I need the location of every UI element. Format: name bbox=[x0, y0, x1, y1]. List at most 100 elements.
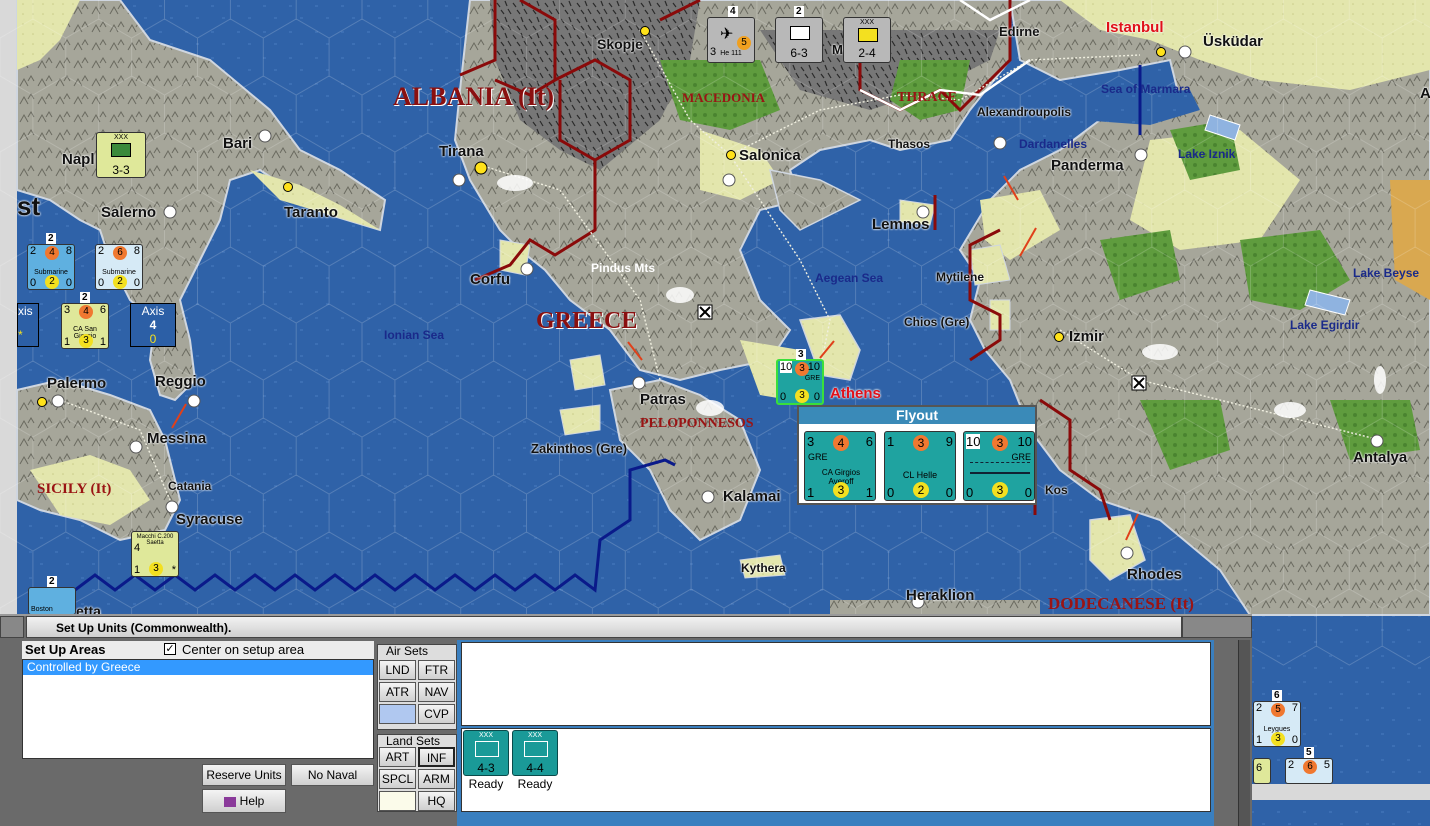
air-ftr-button[interactable]: FTR bbox=[418, 660, 455, 680]
stack-count: 2 bbox=[80, 292, 90, 303]
air-blank-button[interactable] bbox=[379, 704, 416, 724]
city-izmir: Izmir bbox=[1069, 328, 1105, 345]
counter-naples-corps[interactable]: XXX 3-3 bbox=[96, 132, 146, 178]
axis-box-partial[interactable]: xis * bbox=[17, 303, 39, 347]
air-cvp-button[interactable]: CVP bbox=[418, 704, 455, 724]
ship-bottom-1: 1 bbox=[64, 336, 71, 348]
ship-bottom-3: 0 bbox=[1291, 734, 1298, 746]
reserve-units-button[interactable]: Reserve Units bbox=[202, 764, 286, 786]
unit-bottom-3: 0 bbox=[1024, 485, 1032, 500]
air-nav-button[interactable]: NAV bbox=[418, 682, 455, 702]
city-palermo: Palermo bbox=[47, 375, 107, 392]
counter-right-stack-2[interactable]: 5 2 6 5 bbox=[1285, 747, 1333, 784]
counter-athens-stack[interactable]: 3 10 3 10 GRE 0 3 0 bbox=[776, 349, 824, 405]
unit-top-1: 10 bbox=[966, 434, 981, 449]
sea-aegean: Aegean Sea bbox=[815, 271, 884, 285]
stack-count: 4 bbox=[728, 6, 738, 17]
sub-bottom-1: 0 bbox=[30, 277, 37, 289]
flyout-unit-helle[interactable]: 1 3 9 CL Helle 0 2 0 bbox=[884, 431, 956, 501]
city-skopje: Skopje bbox=[597, 36, 643, 52]
city-thasos: Thasos bbox=[888, 137, 931, 151]
bomber-range: 5 bbox=[737, 36, 751, 50]
flyout-unit-averoff[interactable]: 3 4 6 GRE CA Girgios Averoff 1 3 1 bbox=[804, 431, 876, 501]
axis-box[interactable]: Axis 4 0 bbox=[130, 303, 176, 347]
titlebar-grip-right[interactable] bbox=[1182, 616, 1252, 638]
city-reggio: Reggio bbox=[155, 373, 206, 390]
right-bottom-bar bbox=[1252, 784, 1430, 800]
counter-leygues[interactable]: 6 2 5 7 Leygues 1 3 0 bbox=[1253, 690, 1301, 747]
flyout-unit-convoy[interactable]: 10 3 10 GRE 0 3 0 bbox=[963, 431, 1035, 501]
setup-area-item-greece[interactable]: Controlled by Greece bbox=[23, 660, 373, 675]
land-hq-button[interactable]: HQ bbox=[418, 791, 455, 811]
bomber-type: He 111 bbox=[720, 50, 742, 57]
land-art-button[interactable]: ART bbox=[379, 747, 416, 767]
label-partial-a: A bbox=[1420, 85, 1430, 102]
ship-top-3: 7 bbox=[1291, 702, 1298, 714]
label-partial-m: M bbox=[832, 42, 843, 57]
center-checkbox[interactable]: ✓ bbox=[164, 643, 176, 655]
ship-top-1: 2 bbox=[1288, 759, 1295, 771]
country-label-albania: ALBANIA (It) bbox=[393, 82, 555, 111]
city-syracuse: Syracuse bbox=[176, 511, 243, 528]
ship-nation: GRE bbox=[804, 375, 820, 382]
fighter-mark: * bbox=[171, 564, 176, 576]
air-lnd-button[interactable]: LND bbox=[379, 660, 416, 680]
unit-top-3: 6 bbox=[865, 434, 873, 449]
air-units-area[interactable] bbox=[461, 642, 1211, 726]
titlebar-grip-left[interactable] bbox=[0, 616, 24, 638]
counter-he111-stack[interactable]: 4 3 He 111 5 ✈ bbox=[707, 6, 755, 63]
unit-top-2: 3 bbox=[992, 435, 1008, 451]
air-atr-button[interactable]: ATR bbox=[379, 682, 416, 702]
city-lemnos: Lemnos bbox=[872, 216, 930, 233]
stack-count: 2 bbox=[46, 233, 56, 244]
lake-iznik: Lake Iznik bbox=[1178, 147, 1236, 161]
panel-scroll-strip[interactable] bbox=[1238, 640, 1250, 826]
game-screen: ALBANIA (It) GREECE MACEDONIA THRACE PEL… bbox=[0, 0, 1430, 826]
sub-top-1: 2 bbox=[30, 245, 37, 257]
sea-dardanelles: Dardanelles bbox=[1019, 137, 1088, 151]
unit-size-marker: XXX bbox=[859, 19, 874, 26]
city-corfu: Corfu bbox=[470, 271, 510, 288]
unit-nation: GRE bbox=[1011, 452, 1031, 462]
flyout-title: Flyout bbox=[799, 407, 1035, 424]
city-zakinthos: Zakinthos (Gre) bbox=[531, 441, 628, 456]
center-checkbox-label[interactable]: Center on setup area bbox=[182, 642, 304, 657]
axis-partial-sub: * bbox=[18, 328, 23, 342]
counter-mech-2-4[interactable]: XXX 2-4 bbox=[843, 17, 891, 63]
setup-panel: Set Up Units (Commonwealth). Set Up Area… bbox=[0, 614, 1252, 826]
ship-top-3: 6 bbox=[99, 304, 106, 316]
land-inf-button[interactable]: INF bbox=[418, 747, 455, 767]
flyout-window[interactable]: Flyout 3 4 6 GRE CA Girgios Averoff 1 3 … bbox=[797, 405, 1037, 505]
unit-top-1: 3 bbox=[807, 434, 815, 449]
counter-ca-san-giorgio[interactable]: 2 3 4 6 CA San Giorgio 1 3 1 bbox=[61, 292, 109, 349]
counter-submarine-1[interactable]: 2 2 4 8 Submarine 0 2 0 bbox=[27, 233, 75, 290]
label-pindus-mts: Pindus Mts bbox=[591, 261, 656, 275]
setup-unit-4-4[interactable]: XXX 4-4 bbox=[512, 730, 558, 776]
sub-top-1: 2 bbox=[98, 245, 105, 257]
setup-areas-list[interactable]: Controlled by Greece bbox=[22, 659, 374, 759]
counter-macchi-c200[interactable]: 4 Macchi C.200 Saetta 1 3 * bbox=[131, 531, 179, 577]
land-units-area[interactable] bbox=[461, 728, 1211, 812]
city-patras: Patras bbox=[640, 391, 686, 408]
land-arm-button[interactable]: ARM bbox=[418, 769, 455, 789]
help-button[interactable]: Help bbox=[202, 789, 286, 813]
country-label-greece: GREECE bbox=[536, 308, 638, 334]
counter-submarine-2[interactable]: 2 6 8 Submarine 0 2 0 bbox=[95, 244, 143, 290]
unit-size-marker: XXX bbox=[527, 732, 542, 739]
help-label: Help bbox=[239, 794, 265, 808]
sea-ionian: Ionian Sea bbox=[384, 328, 445, 342]
land-blank-button[interactable] bbox=[379, 791, 416, 811]
city-salonica: Salonica bbox=[739, 147, 801, 164]
stack-count: 5 bbox=[1304, 747, 1314, 758]
counter-boston[interactable]: 2 Boston bbox=[28, 576, 76, 615]
axis-partial-title: xis bbox=[18, 304, 33, 318]
setup-areas-label: Set Up Areas bbox=[25, 642, 106, 657]
setup-unit-4-3[interactable]: XXX 4-3 bbox=[463, 730, 509, 776]
land-spcl-button[interactable]: SPCL bbox=[379, 769, 416, 789]
counter-inf-6-3[interactable]: 2 6-3 bbox=[775, 6, 823, 63]
no-naval-button[interactable]: No Naval bbox=[291, 764, 374, 786]
unit-bottom-3: 0 bbox=[945, 485, 953, 500]
counter-right-partial[interactable]: 6 bbox=[1253, 758, 1271, 784]
setup-unit-4-3-status: Ready bbox=[468, 777, 504, 791]
sub-top-2: 6 bbox=[113, 246, 127, 260]
